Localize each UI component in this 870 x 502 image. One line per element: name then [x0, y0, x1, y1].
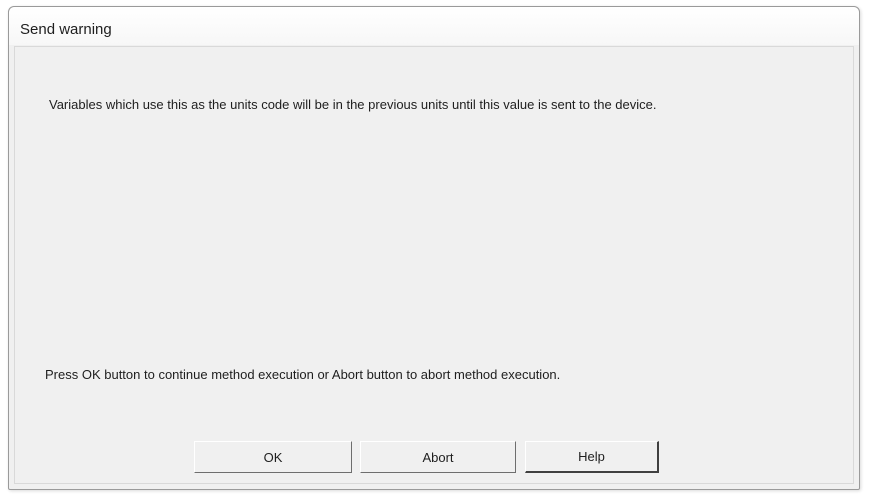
window-title: Send warning [20, 21, 112, 38]
abort-button[interactable]: Abort [360, 441, 516, 473]
ok-button[interactable]: OK [194, 441, 352, 473]
help-button[interactable]: Help [525, 441, 659, 473]
instruction-text: Press OK button to continue method execu… [45, 367, 561, 382]
dialog-body: Variables which use this as the units co… [14, 46, 854, 484]
title-bar[interactable]: Send warning [9, 7, 859, 45]
send-warning-dialog: Send warning Variables which use this as… [8, 6, 860, 490]
warning-message: Variables which use this as the units co… [49, 97, 657, 112]
